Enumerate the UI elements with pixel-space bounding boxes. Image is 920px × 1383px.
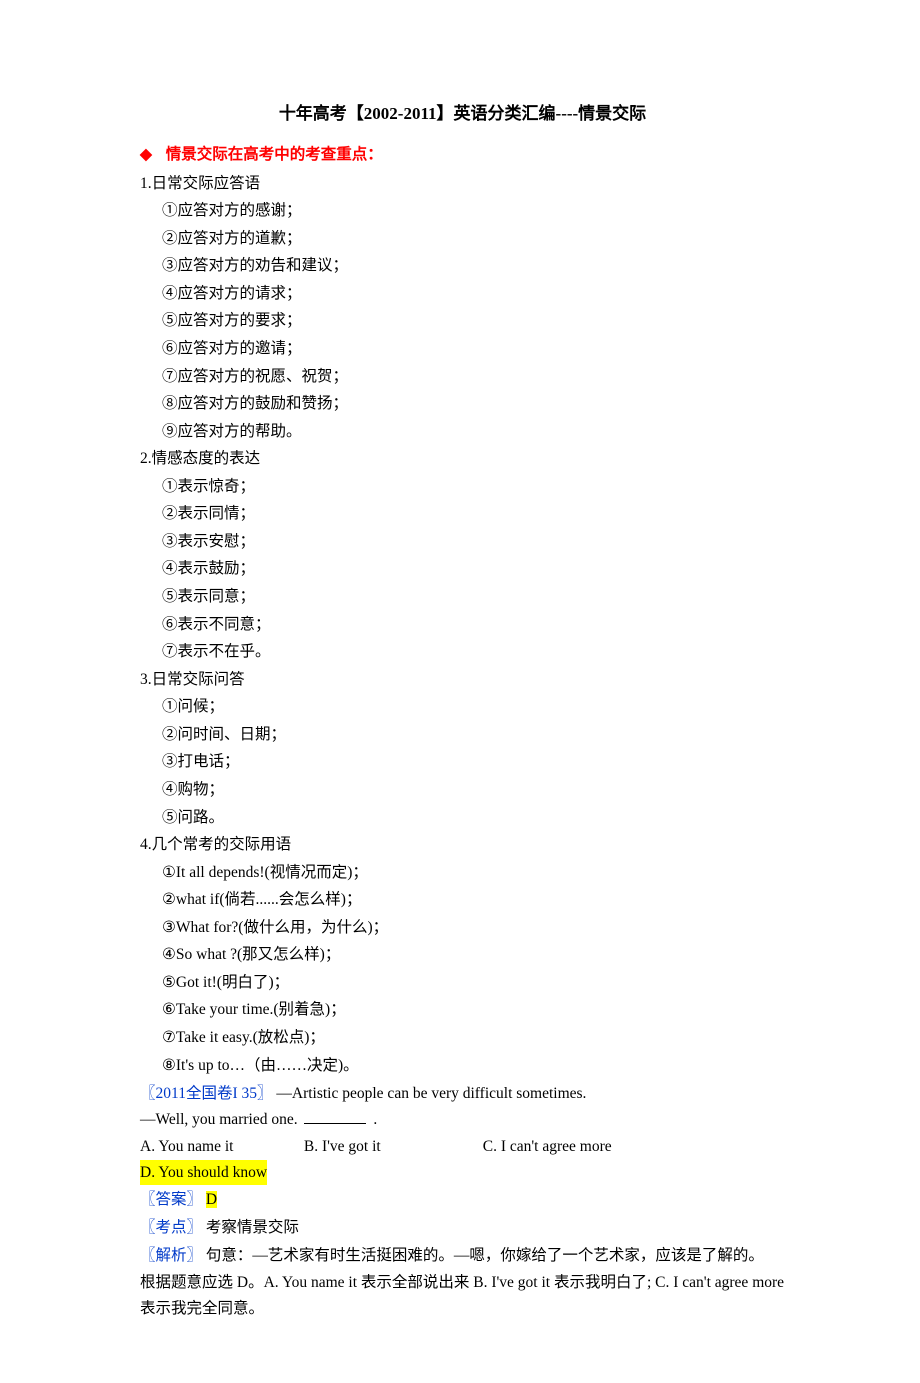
diamond-bullet-icon: ◆ xyxy=(140,142,152,168)
outline-item: ②应答对方的道歉； xyxy=(162,226,785,252)
outline-item: ⑥应答对方的邀请； xyxy=(162,336,785,362)
outline-group-3-head: 3.日常交际问答 xyxy=(140,667,785,693)
outline-item: ⑥Take your time.(别着急)； xyxy=(162,997,785,1023)
choice-d-highlighted: D. You should know xyxy=(140,1160,267,1186)
exam-point-value: 考察情景交际 xyxy=(206,1219,299,1236)
outline-item: ①应答对方的感谢； xyxy=(162,198,785,224)
question-text-2: —Well, you married one. xyxy=(140,1111,298,1128)
document-title: 十年高考【2002-2011】英语分类汇编----情景交际 xyxy=(140,100,785,128)
choice-c: C. I can't agree more xyxy=(483,1134,658,1160)
question-line-1: 〖2011全国卷I 35〗 —Artistic people can be ve… xyxy=(140,1081,785,1107)
analysis-label: 〖解析〗 xyxy=(140,1247,202,1264)
outline-item: ①表示惊奇； xyxy=(162,474,785,500)
choice-b: B. I've got it xyxy=(304,1134,479,1160)
outline-item: ④So what ?(那又怎么样)； xyxy=(162,942,785,968)
outline-item: ②问时间、日期； xyxy=(162,722,785,748)
outline-item: ④购物； xyxy=(162,777,785,803)
section-heading-text: 情景交际在高考中的考查重点： xyxy=(166,146,383,163)
outline-item: ②表示同情； xyxy=(162,501,785,527)
exam-point-line: 〖考点〗 考察情景交际 xyxy=(140,1215,785,1241)
outline-item: ④表示鼓励； xyxy=(162,556,785,582)
outline-item: ⑤问路。 xyxy=(162,805,785,831)
outline-item: ⑤Got it!(明白了)； xyxy=(162,970,785,996)
outline-item: ①It all depends!(视情况而定)； xyxy=(162,860,785,886)
outline-item: ⑤应答对方的要求； xyxy=(162,308,785,334)
outline-group-2-head: 2.情感态度的表达 xyxy=(140,446,785,472)
exam-point-label: 〖考点〗 xyxy=(140,1219,202,1236)
answer-value: D xyxy=(206,1191,217,1208)
outline-item: ⑦应答对方的祝愿、祝贺； xyxy=(162,364,785,390)
outline-item: ②what if(倘若......会怎么样)； xyxy=(162,887,785,913)
answer-blank xyxy=(304,1107,366,1124)
answer-label: 〖答案〗 xyxy=(140,1191,202,1208)
outline-item: ⑦Take it easy.(放松点)； xyxy=(162,1025,785,1051)
outline-item: ⑥表示不同意； xyxy=(162,612,785,638)
analysis-line-1: 〖解析〗 句意：—艺术家有时生活挺困难的。—嗯，你嫁给了一个艺术家，应该是了解的… xyxy=(140,1243,785,1269)
question-ref: 2011全国卷I 35 xyxy=(156,1085,257,1102)
blank-period: . xyxy=(373,1111,377,1128)
choice-a: A. You name it xyxy=(140,1134,300,1160)
ref-bracket-open: 〖 xyxy=(140,1085,156,1102)
outline-item: ③应答对方的劝告和建议； xyxy=(162,253,785,279)
outline-item: ④应答对方的请求； xyxy=(162,281,785,307)
outline-item: ③打电话； xyxy=(162,749,785,775)
outline-item: ⑨应答对方的帮助。 xyxy=(162,419,785,445)
outline-item: ③What for?(做什么用，为什么)； xyxy=(162,915,785,941)
outline-item: ⑤表示同意； xyxy=(162,584,785,610)
analysis-text-1: 句意：—艺术家有时生活挺困难的。—嗯，你嫁给了一个艺术家，应该是了解的。 xyxy=(206,1247,764,1264)
analysis-line-2: 根据题意应选 D。A. You name it 表示全部说出来 B. I've … xyxy=(140,1270,785,1321)
section-heading: ◆ 情景交际在高考中的考查重点： xyxy=(140,142,785,168)
outline-group-1-head: 1.日常交际应答语 xyxy=(140,171,785,197)
outline-item: ⑧应答对方的鼓励和赞扬； xyxy=(162,391,785,417)
choices-row: A. You name it B. I've got it C. I can't… xyxy=(140,1134,785,1185)
question-text-1: —Artistic people can be very difficult s… xyxy=(276,1085,586,1102)
outline-item: ③表示安慰； xyxy=(162,529,785,555)
page-container: 十年高考【2002-2011】英语分类汇编----情景交际 ◆ 情景交际在高考中… xyxy=(0,0,920,1383)
outline-item: ⑧It's up to…（由……决定)。 xyxy=(162,1053,785,1079)
outline-item: ⑦表示不在乎。 xyxy=(162,639,785,665)
question-line-2: —Well, you married one. . xyxy=(140,1107,785,1133)
answer-line: 〖答案〗 D xyxy=(140,1187,785,1213)
outline-item: ①问候； xyxy=(162,694,785,720)
outline-group-4-head: 4.几个常考的交际用语 xyxy=(140,832,785,858)
ref-bracket-close: 〗 xyxy=(257,1085,273,1102)
